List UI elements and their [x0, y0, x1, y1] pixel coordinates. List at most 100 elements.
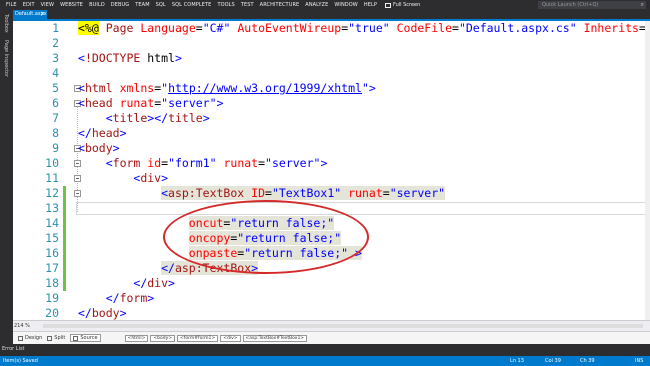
- split-icon: [47, 335, 53, 341]
- fullscreen-label: Full Screen: [392, 2, 421, 8]
- bottom-panel: Error List: [0, 344, 650, 356]
- source-view-button[interactable]: Source: [70, 334, 101, 342]
- status-line: Ln 13: [510, 358, 524, 364]
- code-text: <body>: [78, 141, 120, 155]
- menu-window[interactable]: WINDOW: [334, 2, 358, 8]
- change-indicator: [63, 246, 66, 261]
- line-number: 11: [45, 171, 59, 185]
- breadcrumb-div[interactable]: <div>: [220, 334, 241, 342]
- code-line[interactable]: 5 <html xmlns="http://www.w3.org/1999/xht…: [13, 81, 650, 96]
- toolbox-tab[interactable]: Toolbox: [3, 14, 9, 33]
- change-indicator: [63, 276, 66, 291]
- line-number: 20: [45, 306, 59, 320]
- menu-debug[interactable]: DEBUG: [111, 2, 129, 8]
- code-line[interactable]: 18 </div>: [13, 276, 650, 291]
- line-number: 5: [52, 81, 59, 95]
- menu-file[interactable]: FILE: [6, 2, 17, 8]
- page-inspector-tab[interactable]: Page Inspector: [3, 40, 9, 77]
- vertical-scrollbar[interactable]: [645, 21, 650, 320]
- code-text: <div>: [133, 171, 169, 185]
- close-icon[interactable]: ×: [41, 10, 45, 19]
- document-tab-strip: Default.aspx ×: [13, 10, 650, 21]
- design-label: Design: [25, 335, 43, 341]
- line-number: 7: [52, 111, 59, 125]
- code-editor[interactable]: 1 <%@ Page Language="C#" AutoEventWireup=…: [13, 21, 650, 320]
- code-line[interactable]: 3 <!DOCTYPE html>: [13, 51, 650, 66]
- code-line[interactable]: 10 <form id="form1" runat="server">: [13, 156, 650, 171]
- menu-view[interactable]: VIEW: [41, 2, 54, 8]
- split-view-button[interactable]: Split: [47, 335, 65, 341]
- code-text: <form id="form1" runat="server">: [105, 156, 328, 170]
- line-number: 4: [52, 66, 59, 80]
- code-text: <%@ Page Language="C#" AutoEventWireup="…: [78, 21, 650, 35]
- code-line[interactable]: 7 <title></title>: [13, 111, 650, 126]
- menu-help[interactable]: HELP: [364, 2, 377, 8]
- menu-sql[interactable]: SQL: [156, 2, 166, 8]
- fullscreen-button[interactable]: Full Screen: [384, 2, 421, 8]
- code-line[interactable]: 4: [13, 66, 650, 81]
- line-number: 3: [52, 51, 59, 65]
- fullscreen-icon: [384, 2, 391, 8]
- view-bar: Design Split Source <html> <body> <form#…: [13, 331, 650, 344]
- code-line[interactable]: 19 </form>: [13, 291, 650, 306]
- line-number: 17: [45, 261, 59, 275]
- menu-sql-complete[interactable]: SQL COMPLETE: [172, 2, 212, 8]
- error-list-tab[interactable]: Error List: [2, 346, 25, 352]
- code-text: </head>: [78, 126, 127, 140]
- code-line[interactable]: 20 </body>: [13, 306, 650, 320]
- breadcrumb-body[interactable]: <body>: [150, 334, 176, 342]
- code-text: <!DOCTYPE html>: [78, 51, 182, 65]
- code-line[interactable]: 2: [13, 36, 650, 51]
- design-view-button[interactable]: Design: [18, 335, 42, 341]
- quick-launch-input[interactable]: Quick Launch (Ctrl+Q) ⌕: [538, 1, 646, 9]
- line-number: 16: [45, 246, 59, 260]
- menu-test[interactable]: TEST: [241, 2, 254, 8]
- horizontal-scrollbar[interactable]: [43, 324, 643, 328]
- breadcrumb-textbox[interactable]: <asp:TextBox#TextBox1>: [242, 334, 308, 342]
- status-column: Col 39: [545, 358, 561, 364]
- status-bar: Item(s) Saved Ln 13 Col 39 Ch 39 INS: [0, 356, 650, 366]
- menu-build[interactable]: BUILD: [89, 2, 105, 8]
- menu-website[interactable]: WEBSITE: [60, 2, 83, 8]
- code-text: </body>: [78, 306, 127, 320]
- code-line[interactable]: 8 </head>: [13, 126, 650, 141]
- line-number: 18: [45, 276, 59, 290]
- code-line[interactable]: 9 <body>: [13, 141, 650, 156]
- code-line[interactable]: 6 <head runat="server">: [13, 96, 650, 111]
- search-icon[interactable]: ⌕: [641, 1, 644, 9]
- breadcrumb-form[interactable]: <form#form1>: [177, 334, 219, 342]
- change-indicator: [63, 231, 66, 246]
- line-number: 10: [45, 156, 59, 170]
- breadcrumb-html[interactable]: <html>: [124, 334, 149, 342]
- source-label: Source: [80, 335, 98, 341]
- code-line[interactable]: 12 <asp:TextBox ID="TextBox1" runat="ser…: [13, 186, 650, 201]
- code-text: <asp:TextBox ID="TextBox1" runat="server…: [161, 186, 446, 200]
- annotation-ellipse: [163, 200, 369, 274]
- menu-architecture[interactable]: ARCHITECTURE: [260, 2, 300, 8]
- line-number: 9: [52, 141, 59, 155]
- zoom-level[interactable]: 214 %: [14, 321, 30, 331]
- line-number: 6: [52, 96, 59, 110]
- change-indicator: [63, 216, 66, 231]
- source-icon: [73, 335, 79, 341]
- code-line[interactable]: 1 <%@ Page Language="C#" AutoEventWireup=…: [13, 21, 650, 36]
- status-insert-mode: INS: [635, 358, 644, 364]
- menu-analyze[interactable]: ANALYZE: [305, 2, 328, 8]
- code-text: <html xmlns="http://www.w3.org/1999/xhtm…: [78, 81, 376, 95]
- status-char: Ch 39: [580, 358, 595, 364]
- change-indicator: [63, 261, 66, 276]
- left-tool-sidebar: Toolbox Page Inspector: [0, 10, 13, 322]
- menu-tools[interactable]: TOOLS: [217, 2, 234, 8]
- line-number: 2: [52, 36, 59, 50]
- line-number: 15: [45, 231, 59, 245]
- menu-team[interactable]: TEAM: [135, 2, 149, 8]
- menu-edit[interactable]: EDIT: [23, 2, 35, 8]
- change-indicator: [63, 201, 66, 216]
- tab-default-aspx[interactable]: Default.aspx ×: [13, 10, 47, 19]
- status-message: Item(s) Saved: [3, 358, 38, 364]
- code-text: </div>: [133, 276, 175, 290]
- code-line[interactable]: 11 <div>: [13, 171, 650, 186]
- change-indicator: [63, 186, 66, 201]
- line-number: 13: [45, 201, 59, 215]
- code-text: <head runat="server">: [78, 96, 224, 110]
